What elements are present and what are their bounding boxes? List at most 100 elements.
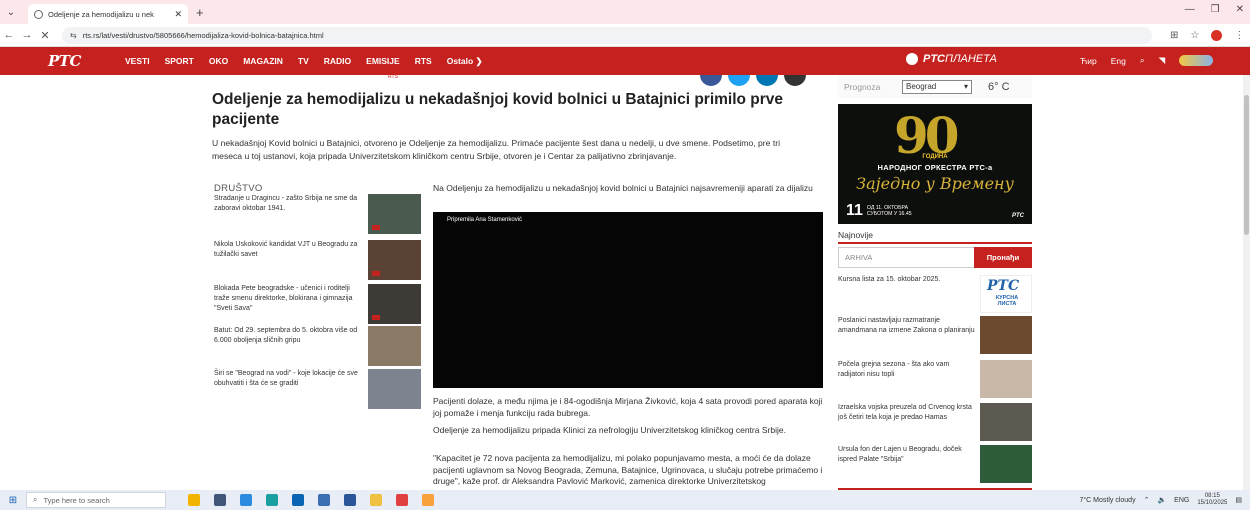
restore-button[interactable]: ❐ [1211,4,1220,15]
stop-icon[interactable]: ✕ [36,29,54,42]
nav-emisije[interactable]: EMISIJE [366,56,400,67]
tab-search-icon[interactable]: ⌄ [0,7,22,18]
search-icon[interactable]: ⌕ [1140,55,1145,66]
chrome-alt-icon[interactable] [396,494,408,506]
nav-radio[interactable]: RADIO [324,56,351,67]
weather-tray[interactable]: 7°C Mostly cloudy [1079,497,1135,504]
firefox-icon[interactable] [422,494,434,506]
latest-news-thumbnail[interactable] [980,403,1032,441]
tab-title: Odeljenje za hemodijalizu u nek [48,9,154,19]
archive-search-button[interactable]: Пронађи [974,247,1032,268]
volume-icon[interactable]: 🔉 [1157,496,1166,504]
video-badge-icon [372,271,380,276]
related-item-title[interactable]: Blokada Pete beogradske - učenici i rodi… [214,284,362,314]
latest-news-thumbnail[interactable] [980,360,1032,398]
store-icon[interactable] [318,494,330,506]
close-window-button[interactable]: ✕ [1236,4,1244,15]
rts-planeta-link[interactable]: PTC ПЛАНЕТА [906,53,997,65]
minimize-button[interactable]: — [1185,4,1195,15]
tray-chevron-icon[interactable]: ⌃ [1144,496,1150,504]
windows-taskbar: ⊞ ⌕ Type here to search 7°C Mostly cloud… [0,490,1250,510]
related-item-thumbnail[interactable] [368,194,421,234]
related-item-thumbnail[interactable] [368,284,421,324]
latest-news-title[interactable]: Izraelska vojska preuzela od Crvenog krs… [838,403,976,422]
notifications-icon[interactable]: ▤ [1235,496,1242,504]
scrollbar-thumb[interactable] [1244,95,1249,235]
latest-news-item[interactable]: Ursula fon der Lajen u Beogradu, doček i… [838,445,1033,487]
nav-vesti[interactable]: VESTI [125,56,150,67]
back-icon[interactable]: ← [0,29,18,41]
nav-sport[interactable]: SPORT [165,56,194,67]
lang-cyrillic-link[interactable]: Ћир [1080,56,1097,66]
promo-day: 11 [846,202,863,219]
facebook-share-icon[interactable] [700,75,722,86]
widgets-icon[interactable] [188,494,200,506]
nav-magazin[interactable]: MAGAZIN [243,56,283,67]
related-item[interactable]: Stradanje u Dragincu - zašto Srbija ne s… [214,194,424,234]
latest-news-thumbnail[interactable] [980,445,1032,483]
related-item-thumbnail[interactable] [368,240,421,280]
planeta-thin: ПЛАНЕТА [945,53,997,65]
tab-close-icon[interactable]: ✕ [174,9,182,20]
promo-banner[interactable]: 90 ГОДИНА НАРОДНОГ ОРКЕСТРА РТС-а Заједн… [838,104,1032,224]
latest-news-title[interactable]: Ursula fon der Lajen u Beogradu, doček i… [838,445,976,464]
whatsapp-share-icon[interactable] [784,75,806,86]
rss-icon[interactable]: ◥ [1159,55,1166,66]
windows-start-icon[interactable]: ⊞ [0,495,26,506]
lang-english-link[interactable]: Eng [1111,56,1126,66]
archive-search: ARHIVA Пронађи [838,247,1032,268]
nav-tv[interactable]: TV [298,56,309,67]
related-item-thumbnail[interactable] [368,326,421,366]
latest-news-thumbnail[interactable] [980,316,1032,354]
translate-icon[interactable]: ⊞ [1170,30,1178,41]
menu-dots-icon[interactable]: ⋮ [1234,30,1244,41]
latest-news-item[interactable]: Kursna lista za 15. oktobar 2025. PTC КУРС… [838,275,1033,317]
latest-news-item[interactable]: Počela grejna sezona - šta ako vam radij… [838,360,1033,402]
video-player[interactable]: Pripremila Ana Stamenković [433,212,823,388]
forward-icon[interactable]: → [18,29,36,41]
related-item-title[interactable]: Širi se "Beograd na vodi" - koje lokacij… [214,369,362,389]
site-info-icon[interactable]: ⇆ [70,31,77,40]
related-item[interactable]: Batut: Od 29. septembra do 5. oktobra vi… [214,326,424,366]
profile-avatar[interactable] [1211,29,1223,41]
bookmark-star-icon[interactable]: ☆ [1190,30,1199,41]
outlook-icon[interactable] [292,494,304,506]
nav-ostalo[interactable]: Ostalo ❯ [447,56,483,67]
browser-tab-active[interactable]: Odeljenje za hemodijalizu u nek ✕ [28,4,188,24]
related-item-thumbnail[interactable] [368,369,421,409]
url-input[interactable]: ⇆ rts.rs/lat/vesti/drustvo/5805666/hemod… [62,26,1152,44]
related-item-title[interactable]: Nikola Uskoković kandidat VJT u Beogradu… [214,240,362,260]
task-view-icon[interactable] [214,494,226,506]
article-headline: Odeljenje za hemodijalizu u nekadašnjoj … [212,91,784,128]
related-item[interactable]: Širi se "Beograd na vodi" - koje lokacij… [214,369,424,409]
nav-rts[interactable]: RTS [415,56,432,67]
new-tab-button[interactable]: + [196,5,204,20]
theme-toggle[interactable] [1179,55,1214,66]
archive-search-input[interactable]: ARHIVA [838,247,974,268]
linkedin-share-icon[interactable] [756,75,778,86]
related-item[interactable]: Nikola Uskoković kandidat VJT u Beogradu… [214,240,424,280]
window-controls: — ❐ ✕ [1185,4,1244,15]
rts-logo[interactable]: PTC [0,52,105,70]
latest-news-title[interactable]: Počela grejna sezona - šta ako vam radij… [838,360,976,379]
related-item-title[interactable]: Batut: Od 29. septembra do 5. oktobra vi… [214,326,362,346]
taskbar-search[interactable]: ⌕ Type here to search [26,492,166,508]
edge-icon[interactable] [240,494,252,506]
chrome-icon[interactable] [266,494,278,506]
related-item-title[interactable]: Stradanje u Dragincu - zašto Srbija ne s… [214,194,362,214]
latest-news-item[interactable]: Izraelska vojska preuzela od Crvenog krs… [838,403,1033,445]
nav-oko[interactable]: OKO [209,56,228,67]
latest-news-title[interactable]: Poslanici nastavljaju razmatranje amandm… [838,316,976,335]
twitter-share-icon[interactable] [728,75,750,86]
related-item[interactable]: Blokada Pete beogradske - učenici i rodi… [214,284,424,324]
latest-news-thumbnail[interactable]: PTC КУРСНА ЛИСТА [980,275,1032,313]
explorer-icon[interactable] [370,494,382,506]
page-scrollbar[interactable] [1243,75,1250,490]
lang-indicator[interactable]: ENG [1174,497,1189,504]
word-icon[interactable] [344,494,356,506]
clock[interactable]: 08:15 15/10/2025 [1197,493,1227,507]
section-label[interactable]: DRUŠTVO [214,183,424,194]
latest-news-title[interactable]: Kursna lista za 15. oktobar 2025. [838,275,976,285]
latest-news-item[interactable]: Poslanici nastavljaju razmatranje amandm… [838,316,1033,358]
city-select[interactable]: Beograd ▾ [902,80,972,94]
